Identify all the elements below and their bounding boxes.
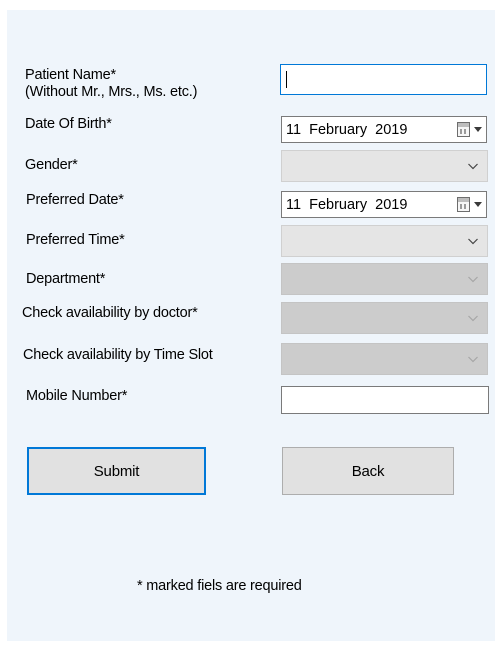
patient-name-sublabel: (Without Mr., Mrs., Ms. etc.) (25, 84, 198, 100)
calendar-icon (457, 122, 470, 137)
calendar-icon (457, 197, 470, 212)
mobile-number-input[interactable] (282, 387, 488, 413)
preferred-date-calendar-button[interactable] (457, 197, 482, 212)
mobile-label: Mobile Number* (26, 388, 128, 404)
timeslot-label: Check availability by Time Slot (23, 347, 213, 363)
submit-button[interactable]: Submit (27, 447, 206, 495)
gender-label: Gender* (25, 157, 78, 173)
required-fields-note: * marked fiels are required (137, 578, 302, 594)
doctor-dropdown[interactable] (281, 302, 488, 334)
dropdown-arrow-icon (474, 127, 482, 132)
gender-dropdown[interactable] (281, 150, 488, 182)
dob-datepicker[interactable]: 11 February 2019 (281, 116, 487, 143)
dob-label: Date Of Birth* (25, 116, 112, 132)
doctor-label: Check availability by doctor* (22, 305, 198, 321)
preferred-time-label: Preferred Time* (26, 232, 125, 248)
text-caret (286, 71, 287, 88)
chevron-down-icon (468, 276, 478, 283)
preferred-date-label: Preferred Date* (26, 192, 124, 208)
chevron-down-icon (468, 315, 478, 322)
patient-name-field[interactable] (280, 64, 487, 95)
preferred-date-datepicker[interactable]: 11 February 2019 (281, 191, 487, 218)
department-label: Department* (26, 271, 106, 287)
dob-value: 11 February 2019 (286, 121, 408, 138)
patient-name-input[interactable] (281, 65, 486, 94)
appointment-form-panel: Patient Name* (Without Mr., Mrs., Ms. et… (7, 10, 495, 641)
chevron-down-icon (468, 163, 478, 170)
chevron-down-icon (468, 238, 478, 245)
preferred-date-value: 11 February 2019 (286, 196, 408, 213)
back-button[interactable]: Back (282, 447, 454, 495)
preferred-time-dropdown[interactable] (281, 225, 488, 257)
dropdown-arrow-icon (474, 202, 482, 207)
patient-name-label: Patient Name* (25, 67, 116, 83)
mobile-number-field[interactable] (281, 386, 489, 414)
department-dropdown[interactable] (281, 263, 488, 295)
dob-calendar-button[interactable] (457, 122, 482, 137)
chevron-down-icon (468, 356, 478, 363)
timeslot-dropdown[interactable] (281, 343, 488, 375)
